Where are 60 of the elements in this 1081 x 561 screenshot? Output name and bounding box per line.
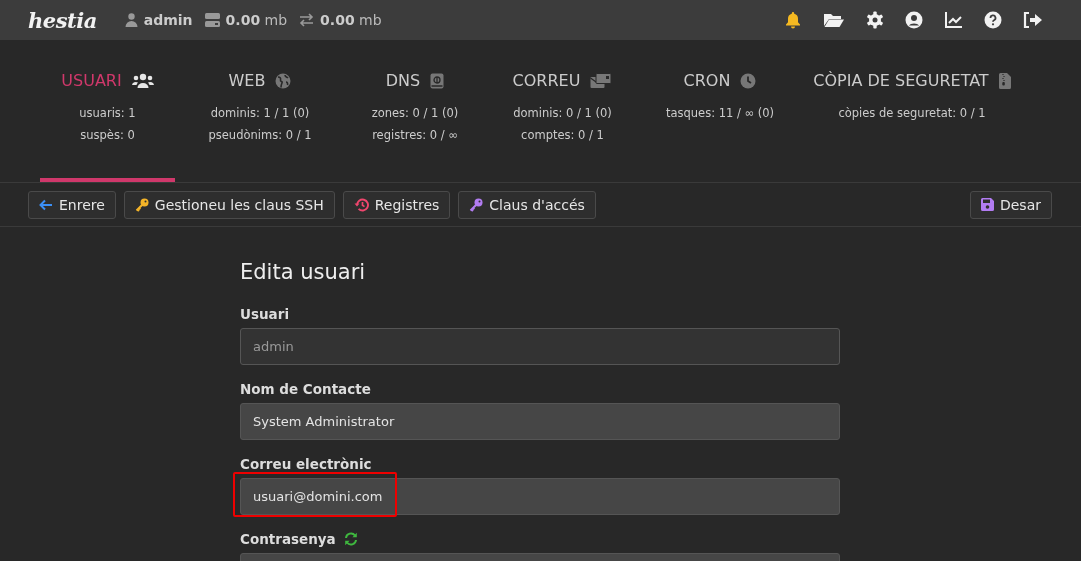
input-field[interactable]: System Administrator	[240, 403, 840, 440]
tab-stat: pseudònims: 0 / 1	[208, 127, 312, 144]
tab-stat: zones: 0 / 1 (0)	[371, 105, 459, 122]
toolbar-button[interactable]: Enrere	[28, 190, 116, 219]
help-icon[interactable]	[984, 11, 1002, 29]
toolbar-button[interactable]: Registres	[342, 190, 451, 219]
tab-title: CRON	[683, 71, 731, 90]
chart-icon[interactable]	[944, 11, 963, 29]
field-label: Usuari	[240, 306, 289, 322]
tab-stat: dominis: 1 / 1 (0)	[210, 105, 310, 122]
toolbar-button[interactable]: Gestioneu les claus SSH	[123, 190, 335, 219]
stat-tab[interactable]: CRON tasques: 11 / ∞ (0)	[640, 40, 800, 182]
tab-stat: usuaris: 1	[79, 105, 136, 122]
tab-title: CORREU	[512, 71, 581, 90]
field-label: Correu electrònic	[240, 456, 372, 472]
bell-icon[interactable]	[784, 11, 802, 29]
stat-tab[interactable]: USUARI usuaris: 1 suspès: 0	[40, 40, 175, 182]
disk-usage: 0.00 mb	[225, 12, 288, 28]
mail-icon	[590, 72, 613, 89]
clock-icon	[740, 72, 757, 89]
tab-stat: còpies de seguretat: 0 / 1	[838, 105, 986, 122]
page-title: Edita usuari	[240, 260, 367, 284]
toolbar-button[interactable]: Desar	[969, 190, 1052, 219]
bandwidth-usage: 0.00 mb	[320, 12, 382, 28]
stat-tab[interactable]: CORREU dominis: 0 / 1 (0) comptes: 0 / 1	[485, 40, 640, 182]
tab-title: WEB	[228, 71, 266, 90]
users-icon	[131, 72, 154, 89]
refresh-icon[interactable]	[343, 532, 358, 546]
tab-title: DNS	[385, 71, 421, 90]
book-icon	[430, 72, 445, 89]
tab-stat: suspès: 0	[80, 127, 135, 144]
save-icon	[980, 198, 994, 211]
toolbar-button[interactable]: Claus d'accés	[458, 190, 596, 219]
field-label: Nom de Contacte	[240, 381, 371, 397]
settings-icon[interactable]	[866, 11, 884, 29]
key-icon	[134, 197, 149, 212]
server-icon	[204, 13, 220, 27]
logo[interactable]: hestia	[28, 7, 97, 33]
file-archive-icon	[998, 72, 1011, 89]
logout-icon[interactable]	[1023, 11, 1043, 29]
tab-title: USUARI	[61, 71, 122, 90]
tab-stat: tasques: 11 / ∞ (0)	[665, 105, 775, 122]
user-icon	[124, 13, 138, 27]
arrow-left-icon	[39, 198, 53, 211]
tab-stat: comptes: 0 / 1	[521, 127, 604, 144]
stat-tab[interactable]: WEB dominis: 1 / 1 (0) pseudònims: 0 / 1	[175, 40, 345, 182]
username: admin	[143, 12, 193, 28]
stat-tab[interactable]: DNS zones: 0 / 1 (0) registres: 0 / ∞	[345, 40, 485, 182]
tab-stat: dominis: 0 / 1 (0)	[513, 105, 612, 122]
exchange-icon	[299, 13, 315, 27]
tab-stat: registres: 0 / ∞	[372, 127, 458, 144]
user-icon[interactable]	[905, 11, 923, 29]
folder-icon[interactable]	[823, 11, 845, 29]
tab-title: CÒPIA DE SEGURETAT	[813, 71, 989, 90]
stat-tab[interactable]: CÒPIA DE SEGURETAT còpies de seguretat: 0 / 1	[800, 40, 1024, 182]
input-field[interactable]: usuari@domini.com	[240, 478, 840, 515]
field-label: Contrasenya	[240, 531, 336, 547]
history-icon	[353, 197, 369, 212]
globe-icon	[275, 72, 292, 89]
key-icon	[469, 197, 484, 212]
